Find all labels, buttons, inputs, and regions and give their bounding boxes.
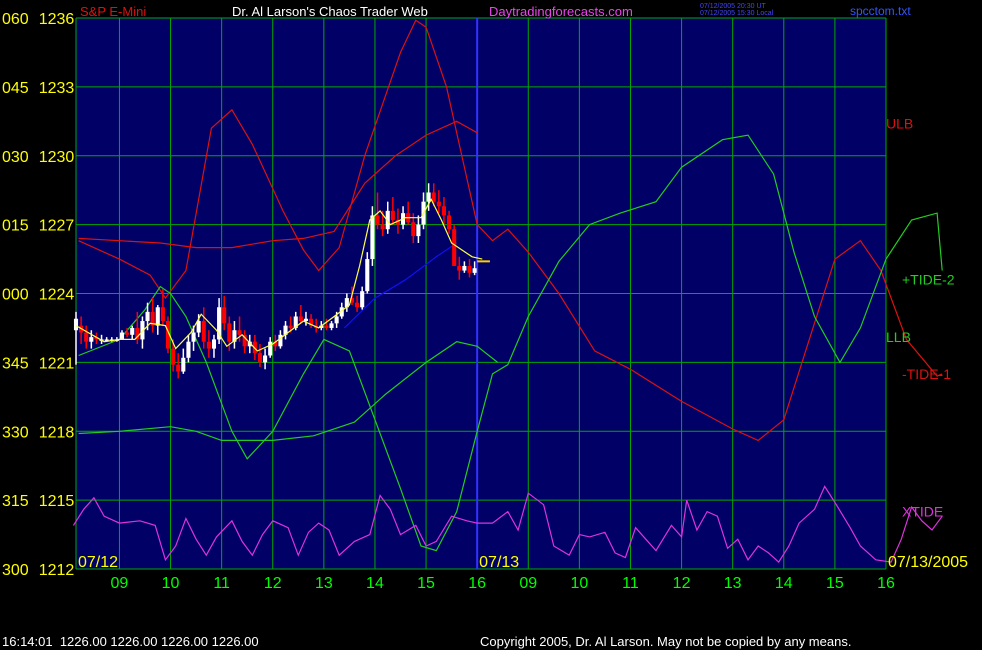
- price-bar-body: [324, 325, 329, 328]
- price-bar-body: [206, 341, 211, 349]
- price-bar-body: [196, 321, 201, 333]
- price-bar-body: [263, 355, 268, 363]
- price-bar-body: [355, 302, 360, 308]
- price-bar-body: [191, 332, 196, 342]
- series-label: ULB: [886, 116, 913, 132]
- price-bar-body: [130, 327, 135, 335]
- price-bar-body: [298, 316, 303, 322]
- timestamp-utc: 07/12/2005 20:30 UT: [700, 3, 766, 10]
- price-bar-body: [171, 348, 176, 365]
- price-bar-body: [227, 323, 232, 342]
- site-link[interactable]: Daytradingforecasts.com: [489, 4, 633, 19]
- y-axis-label: 330 1218: [2, 424, 74, 441]
- price-bar-body: [436, 201, 441, 207]
- price-bar-body: [441, 206, 446, 216]
- price-bar-body: [457, 265, 462, 271]
- price-bar-body: [73, 318, 79, 331]
- price-bar-body: [447, 215, 452, 230]
- price-bar-body: [411, 222, 416, 237]
- price-bar-body: [222, 307, 227, 324]
- quote-readout: 16:14:01 1226.00 1226.00 1226.00 1226.00: [2, 634, 259, 649]
- x-axis-label: 13: [315, 575, 333, 592]
- x-axis-label: 11: [213, 575, 230, 592]
- price-bar-body: [329, 323, 334, 328]
- price-bar-body: [186, 341, 191, 358]
- price-bar-body: [237, 330, 242, 335]
- y-axis-label: 045 1233: [2, 80, 74, 97]
- price-bar-body: [334, 316, 339, 324]
- price-bar-body: [119, 332, 125, 340]
- y-axis-label: 315 1215: [2, 493, 74, 510]
- x-axis-label: 09: [519, 575, 537, 592]
- price-bar-body: [257, 353, 263, 363]
- x-axis-label: 15: [417, 575, 435, 592]
- y-axis-label: 345 1221: [2, 355, 74, 372]
- y-axis-label: 015 1227: [2, 218, 74, 235]
- date-label: 07/13/2005: [888, 554, 968, 571]
- price-bar-body: [84, 332, 89, 342]
- price-bar-body: [467, 265, 472, 273]
- price-bar-body: [462, 265, 467, 271]
- x-axis-label: 16: [468, 575, 486, 592]
- price-bar-body: [303, 318, 309, 322]
- series-label: +TIDE-2: [902, 272, 955, 288]
- date-label: 07/12: [78, 554, 118, 571]
- forecast-chart: 060 1236 045 1233 030 1230 015 1227 000 1224 345 12…: [0, 0, 982, 650]
- price-bar-body: [370, 215, 375, 260]
- price-bar-body: [360, 291, 365, 308]
- y-axis-label: 300 1212: [2, 562, 74, 579]
- x-axis-label: 13: [724, 575, 742, 592]
- copyright: Copyright 2005, Dr. Al Larson. May not b…: [480, 634, 851, 649]
- y-axis-label: 000 1224: [2, 287, 74, 304]
- x-axis-label: 15: [826, 575, 844, 592]
- price-bar-body: [181, 357, 186, 372]
- price-bar-body: [288, 325, 293, 328]
- price-bar-body: [365, 259, 370, 292]
- price-bar-body: [201, 321, 206, 342]
- timestamp-local: 07/12/2005 15:30 Local: [700, 10, 774, 17]
- price-bar-body: [160, 307, 165, 322]
- date-label: 07/13: [479, 554, 519, 571]
- price-bar-body: [452, 229, 457, 266]
- price-bar-body: [380, 224, 385, 230]
- symbol-label: S&P E-Mini: [80, 4, 146, 19]
- series-label: -TIDE-1: [902, 366, 951, 382]
- series-label: XTIDE: [902, 504, 943, 520]
- chart-title: Dr. Al Larson's Chaos Trader Web: [232, 4, 428, 19]
- price-bar-body: [155, 307, 160, 326]
- y-axis-label: 060 1236: [2, 11, 74, 28]
- price-bar-body: [390, 210, 395, 221]
- x-axis-label: 16: [877, 575, 895, 592]
- y-axis-label: 030 1230: [2, 149, 74, 166]
- price-bar-body: [268, 341, 273, 356]
- price-bar-body: [89, 337, 94, 342]
- price-bar-body: [472, 268, 477, 273]
- x-axis-label: 10: [570, 575, 588, 592]
- source-file: spcctom.txt: [850, 4, 911, 18]
- price-bar-body: [125, 332, 130, 335]
- x-axis-label: 09: [111, 575, 129, 592]
- price-bar-body: [176, 364, 181, 372]
- price-bar-body: [145, 311, 150, 322]
- x-axis-label: 14: [366, 575, 384, 592]
- series-label: LLB: [886, 329, 911, 345]
- price-bar-body: [211, 339, 217, 349]
- x-axis-label: 14: [775, 575, 793, 592]
- x-axis-label: 11: [622, 575, 639, 592]
- x-axis-label: 12: [264, 575, 282, 592]
- price-bar-body: [416, 224, 421, 237]
- price-bar-body: [375, 215, 380, 225]
- x-axis-label: 12: [673, 575, 691, 592]
- x-axis-label: 10: [162, 575, 180, 592]
